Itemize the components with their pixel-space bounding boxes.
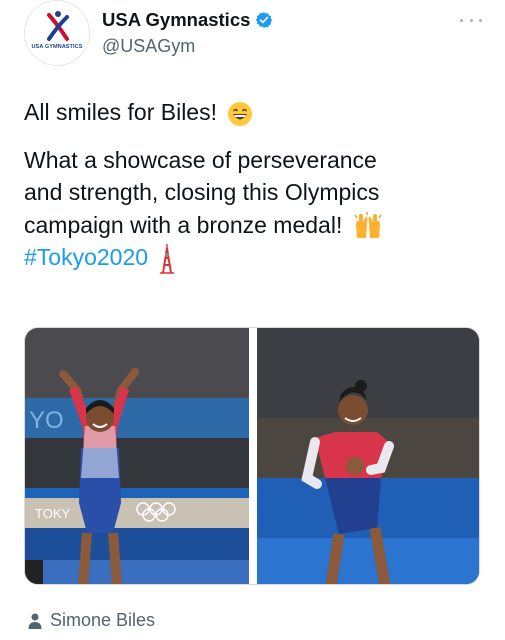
photo-1[interactable]: YO TOKY <box>25 328 249 585</box>
grinning-face-icon <box>228 101 253 126</box>
tweet-line-2: What a showcase of perseverance <box>24 146 377 173</box>
display-name[interactable]: USA Gymnastics <box>102 9 250 31</box>
avatar-logo-text: USA GYMNASTICS <box>31 44 83 50</box>
tweet-line-1: All smiles for Biles! <box>24 96 484 129</box>
tweet-text: All smiles for Biles! What a showcase of… <box>24 96 484 274</box>
handle[interactable]: @USAGym <box>102 36 195 57</box>
photo-2[interactable] <box>257 328 480 585</box>
person-icon <box>28 613 42 629</box>
tweet-line-5: #Tokyo2020 <box>24 241 484 274</box>
avatar[interactable]: USA GYMNASTICS <box>24 0 90 66</box>
verified-badge-icon <box>256 12 273 28</box>
tweet[interactable]: USA GYMNASTICS USA Gymnastics @USAGym Al… <box>0 0 505 640</box>
tweet-line-4: campaign with a bronze medal! <box>24 209 484 242</box>
photo-1-sign-text: TOKY <box>35 506 70 521</box>
name-row: USA Gymnastics <box>102 9 273 31</box>
raising-hands-icon <box>354 212 382 239</box>
tweet-line-1-text: All smiles for Biles! <box>24 99 217 125</box>
tagged-person-name[interactable]: Simone Biles <box>50 610 155 631</box>
photo-1-banner-text: YO <box>29 407 64 434</box>
tweet-line-4-text: campaign with a bronze medal! <box>24 211 343 238</box>
media-grid[interactable]: YO TOKY <box>24 327 480 585</box>
tokyo-tower-icon <box>160 243 175 274</box>
tagged-person[interactable]: Simone Biles <box>28 610 155 631</box>
tweet-line-3: and strength, closing this Olympics <box>24 179 380 205</box>
media-photos: YO TOKY <box>25 328 480 585</box>
usa-gymnastics-logo-icon <box>47 11 69 41</box>
more-options-icon[interactable] <box>460 15 482 25</box>
hashtag-link[interactable]: #Tokyo2020 <box>24 244 148 270</box>
